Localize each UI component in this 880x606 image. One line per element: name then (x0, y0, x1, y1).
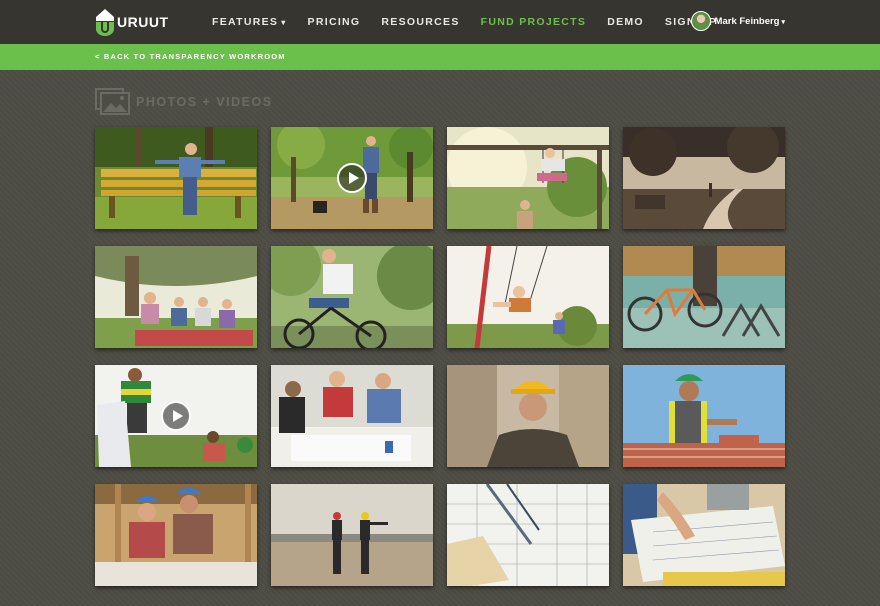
media-tile[interactable] (623, 365, 785, 467)
media-tile[interactable] (95, 127, 257, 229)
house-logo-icon (96, 9, 114, 36)
media-tile[interactable] (623, 246, 785, 348)
nav-demo[interactable]: DEMO (607, 16, 644, 28)
blueprints-with-tools-photo (447, 484, 609, 586)
sub-header-bar: < BACK TO TRANSPARENCY WORKROOM (0, 44, 880, 70)
top-navigation-bar: URUUT FEATURES ▾ PRICING RESOURCES FUND P… (0, 0, 880, 44)
user-menu[interactable]: Mark Feinberg ▾ (690, 11, 785, 31)
media-tile[interactable] (623, 127, 785, 229)
back-link[interactable]: < BACK TO TRANSPARENCY WORKROOM (95, 52, 286, 61)
uruut-logo[interactable]: URUUT (94, 7, 169, 37)
chevron-down-icon: ▾ (781, 18, 785, 26)
photo-gallery-icon (95, 88, 130, 115)
media-tile[interactable] (447, 246, 609, 348)
builders-at-workbench-photo (95, 484, 257, 586)
engineers-on-site-photo (271, 484, 433, 586)
media-tile[interactable] (623, 484, 785, 586)
hands-on-blueprints-photo (623, 484, 785, 586)
media-tile[interactable] (271, 246, 433, 348)
media-tile[interactable] (271, 484, 433, 586)
logo-text: URUUT (117, 14, 169, 30)
section-title: PHOTOS + VIDEOS (136, 94, 273, 109)
media-tile[interactable] (447, 127, 609, 229)
nav-features-label: FEATURES (212, 16, 279, 28)
bricklayer-photo (623, 365, 785, 467)
media-tile[interactable] (447, 484, 609, 586)
media-tile[interactable] (95, 365, 257, 467)
media-tile[interactable] (447, 365, 609, 467)
nav-pricing[interactable]: PRICING (308, 16, 361, 28)
media-tile[interactable] (95, 246, 257, 348)
user-name-text: Mark Feinberg (714, 15, 780, 27)
boy-on-bench-photo (95, 127, 257, 229)
play-icon[interactable] (337, 163, 367, 193)
user-name: Mark Feinberg ▾ (715, 16, 785, 27)
team-reviewing-plans-photo (271, 365, 433, 467)
bicycle-rack-photo (623, 246, 785, 348)
girl-on-swing-photo (447, 246, 609, 348)
child-on-swing-photo (447, 127, 609, 229)
play-icon[interactable] (161, 401, 191, 431)
nav-fund-projects[interactable]: FUND PROJECTS (481, 16, 587, 28)
park-path-photo (623, 127, 785, 229)
family-picnic-photo (95, 246, 257, 348)
main-nav: FEATURES ▾ PRICING RESOURCES FUND PROJECT… (212, 0, 738, 44)
section-header: PHOTOS + VIDEOS (95, 88, 273, 115)
construction-worker-photo (447, 365, 609, 467)
media-tile[interactable] (271, 365, 433, 467)
chevron-down-icon: ▾ (281, 18, 287, 27)
media-tile[interactable] (271, 127, 433, 229)
media-tile[interactable] (95, 484, 257, 586)
avatar (690, 11, 711, 31)
nav-resources[interactable]: RESOURCES (381, 16, 459, 28)
man-on-bicycle-photo (271, 246, 433, 348)
nav-features[interactable]: FEATURES ▾ (212, 16, 287, 28)
